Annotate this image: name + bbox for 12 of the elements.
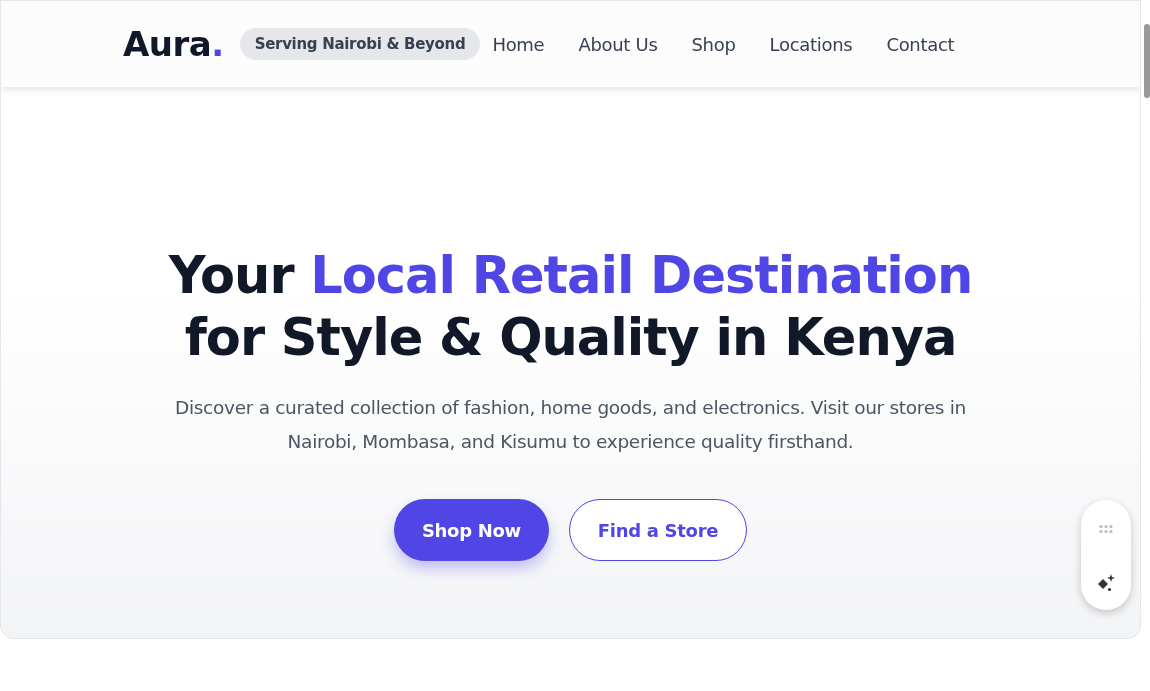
brand-logo[interactable]: Aura. <box>123 24 224 64</box>
hero-headline: Your Local Retail Destination for Style & Quality in Kenya <box>168 245 973 369</box>
nav-link[interactable]: Shop <box>691 33 736 55</box>
nav-link[interactable]: Locations <box>769 33 853 55</box>
nav-link[interactable]: About Us <box>578 33 658 55</box>
nav-link[interactable]: Home <box>492 33 545 55</box>
hero-description: Discover a curated collection of fashion, home goods, and electronics. Visit our stores in Nairobi, Mombasa, and Kisumu to experience quality firsthand. <box>174 396 967 454</box>
find-store-button[interactable]: Find a Store <box>568 499 748 561</box>
location-badge: Serving Nairobi & Beyond <box>239 28 481 60</box>
shop-now-button[interactable]: Shop Now <box>393 499 549 561</box>
drag-handle-icon[interactable] <box>1098 524 1114 534</box>
nav-link[interactable]: Contact <box>886 33 955 55</box>
